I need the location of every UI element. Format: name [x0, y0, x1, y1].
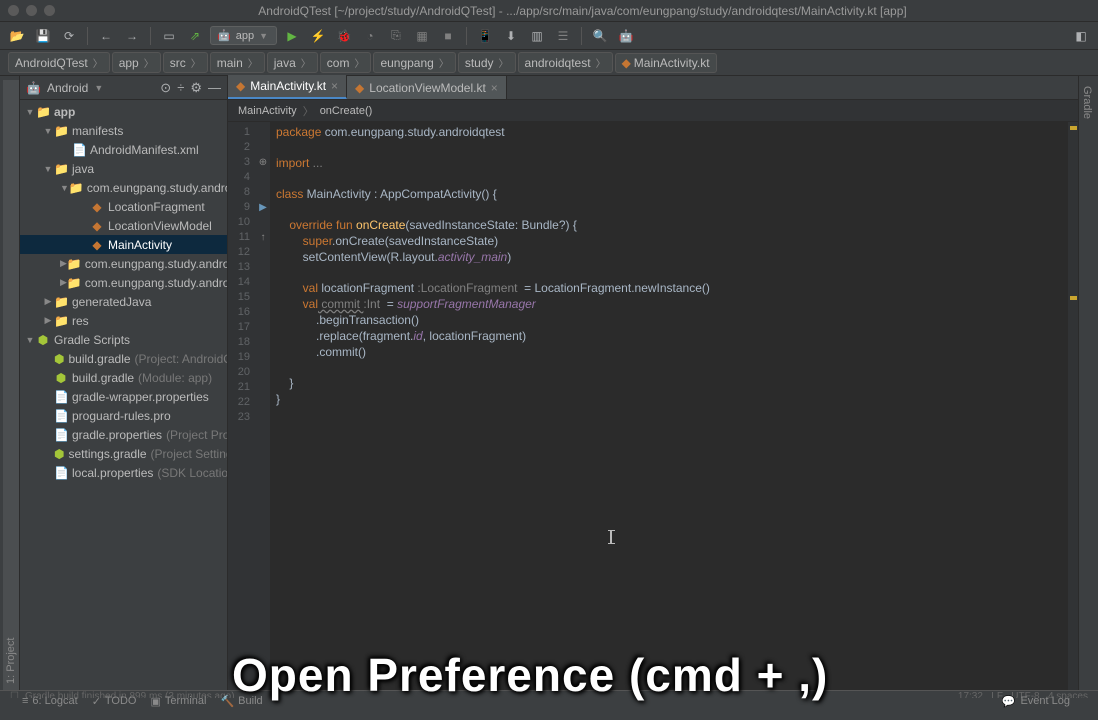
kotlin-file-icon: ◆ [622, 56, 631, 70]
tree-build-gradle-module[interactable]: ⬢build.gradle(Module: app) [20, 368, 227, 387]
hide-icon[interactable]: — [208, 80, 221, 95]
open-icon[interactable]: 📂 [6, 25, 28, 47]
tree-location-fragment[interactable]: ◆LocationFragment [20, 197, 227, 216]
project-view-label[interactable]: Android [47, 81, 88, 95]
run-config-label: app [236, 30, 254, 42]
warning-marker[interactable] [1070, 126, 1077, 130]
left-tool-strip: 1: Project Resource Manager Layout Captu… [0, 76, 20, 690]
run-config-selector[interactable]: 🤖 app ▼ [210, 26, 277, 45]
profile-icon[interactable]: ◔ [359, 25, 381, 47]
project-structure-icon[interactable]: ☰ [552, 25, 574, 47]
tab-location-viewmodel[interactable]: ◆LocationViewModel.kt× [347, 76, 507, 99]
tree-location-viewmodel[interactable]: ◆LocationViewModel [20, 216, 227, 235]
editor-breadcrumb: MainActivity 〉 onCreate() [228, 100, 1078, 122]
chevron-down-icon[interactable]: ▼ [94, 83, 103, 93]
crumb-java[interactable]: java〉 [267, 52, 318, 73]
minimize-window-icon[interactable] [26, 5, 37, 16]
tree-local-props[interactable]: 📄local.properties(SDK Location) [20, 463, 227, 482]
tree-pkg2[interactable]: ▶📁com.eungpang.study.androidqtest [20, 254, 227, 273]
warning-marker[interactable] [1070, 296, 1077, 300]
android-robot-icon[interactable]: 🤖 [615, 25, 637, 47]
tab-main-activity[interactable]: ◆MainActivity.kt× [228, 75, 347, 99]
run-icon[interactable]: ▶ [281, 25, 303, 47]
project-panel-header: 🤖 Android ▼ ⊙ ÷ ⚙ — [20, 76, 227, 100]
kotlin-file-icon: ◆ [355, 81, 364, 95]
search-icon[interactable]: 🔍 [589, 25, 611, 47]
tree-pkg1[interactable]: ▼📁com.eungpang.study.androidqtest [20, 178, 227, 197]
chevron-down-icon: ▼ [259, 31, 268, 41]
tree-java[interactable]: ▼📁java [20, 159, 227, 178]
tree-manifests[interactable]: ▼📁manifests [20, 121, 227, 140]
window-title: AndroidQTest [~/project/study/AndroidQTe… [67, 4, 1098, 18]
attach-icon[interactable]: ⎘ [385, 25, 407, 47]
make-icon[interactable]: ⇗ [184, 25, 206, 47]
crumb-com[interactable]: com〉 [320, 52, 372, 73]
tree-generated-java[interactable]: ▶📁generatedJava [20, 292, 227, 311]
editor-area: ◆MainActivity.kt× ◆LocationViewModel.kt×… [228, 76, 1078, 690]
title-bar: AndroidQTest [~/project/study/AndroidQTe… [0, 0, 1098, 22]
collapse-icon[interactable]: ÷ [177, 80, 184, 95]
crumb-study[interactable]: study〉 [458, 52, 516, 73]
project-tree[interactable]: ▼📁app ▼📁manifests 📄AndroidManifest.xml ▼… [20, 100, 227, 690]
nav-method[interactable]: onCreate() [320, 105, 373, 117]
debug-icon[interactable]: 🐞 [333, 25, 355, 47]
error-stripe[interactable] [1068, 122, 1078, 690]
ide-settings-icon[interactable]: ◧ [1070, 25, 1092, 47]
android-icon: 🤖 [217, 29, 231, 42]
editor-tabs: ◆MainActivity.kt× ◆LocationViewModel.kt× [228, 76, 1078, 100]
device-icon[interactable]: ▭ [158, 25, 180, 47]
tree-build-gradle-project[interactable]: ⬢build.gradle(Project: AndroidQTest) [20, 349, 227, 368]
project-tool-window: 🤖 Android ▼ ⊙ ÷ ⚙ — ▼📁app ▼📁manifests 📄A… [20, 76, 228, 690]
tree-main-activity[interactable]: ◆MainActivity [20, 235, 227, 254]
avd-icon[interactable]: 📱 [474, 25, 496, 47]
navigation-breadcrumb: AndroidQTest〉 app〉 src〉 main〉 java〉 com〉… [0, 50, 1098, 76]
nav-class[interactable]: MainActivity [238, 105, 297, 117]
crumb-project[interactable]: AndroidQTest〉 [8, 52, 110, 73]
android-view-icon: 🤖 [26, 81, 41, 95]
sync-icon[interactable]: ⟳ [58, 25, 80, 47]
select-file-icon[interactable]: ⊙ [160, 80, 171, 96]
tree-settings-gradle[interactable]: ⬢settings.gradle(Project Settings) [20, 444, 227, 463]
tool-project[interactable]: 1: Project [3, 80, 19, 690]
close-tab-icon[interactable]: × [331, 79, 338, 93]
layout-inspector-icon[interactable]: ▥ [526, 25, 548, 47]
crumb-main[interactable]: main〉 [210, 52, 265, 73]
caption-overlay: Open Preference (cmd + ,) [232, 648, 828, 702]
window-controls[interactable] [8, 5, 55, 16]
crumb-pkg[interactable]: androidqtest〉 [518, 52, 613, 73]
coverage-icon[interactable]: ▦ [411, 25, 433, 47]
back-icon[interactable]: ← [95, 25, 117, 47]
crumb-file[interactable]: ◆MainActivity.kt [615, 53, 717, 73]
tree-gradle-props[interactable]: 📄gradle.properties(Project Properties) [20, 425, 227, 444]
tree-gradle-wrapper-props[interactable]: 📄gradle-wrapper.properties [20, 387, 227, 406]
tool-gradle[interactable]: Gradle [1079, 80, 1095, 690]
right-tool-strip: Gradle Android WiFi ADB Device File Expl… [1078, 76, 1098, 690]
gutter-icons[interactable]: ⊕▶↑ [256, 122, 270, 690]
tree-gradle-scripts[interactable]: ▼⬢Gradle Scripts [20, 330, 227, 349]
close-tab-icon[interactable]: × [491, 81, 498, 95]
gear-icon[interactable]: ⚙ [190, 80, 202, 96]
line-numbers: 1234891011121314151617181920212223 [228, 122, 256, 690]
close-window-icon[interactable] [8, 5, 19, 16]
text-cursor [610, 530, 612, 544]
tree-res[interactable]: ▶📁res [20, 311, 227, 330]
crumb-module[interactable]: app〉 [112, 52, 161, 73]
main-toolbar: 📂 💾 ⟳ ← → ▭ ⇗ 🤖 app ▼ ▶ ⚡ 🐞 ◔ ⎘ ▦ ■ 📱 ⬇ … [0, 22, 1098, 50]
crumb-src[interactable]: src〉 [163, 52, 208, 73]
tree-proguard[interactable]: 📄proguard-rules.pro [20, 406, 227, 425]
stop-icon[interactable]: ■ [437, 25, 459, 47]
apply-changes-icon[interactable]: ⚡ [307, 25, 329, 47]
code-editor[interactable]: package com.eungpang.study.androidqtest … [270, 122, 1068, 690]
tree-manifest-file[interactable]: 📄AndroidManifest.xml [20, 140, 227, 159]
crumb-eungpang[interactable]: eungpang〉 [373, 52, 455, 73]
tree-app[interactable]: ▼📁app [20, 102, 227, 121]
kotlin-file-icon: ◆ [236, 79, 245, 93]
forward-icon[interactable]: → [121, 25, 143, 47]
zoom-window-icon[interactable] [44, 5, 55, 16]
sdk-icon[interactable]: ⬇ [500, 25, 522, 47]
save-icon[interactable]: 💾 [32, 25, 54, 47]
tree-pkg3[interactable]: ▶📁com.eungpang.study.androidqtest [20, 273, 227, 292]
